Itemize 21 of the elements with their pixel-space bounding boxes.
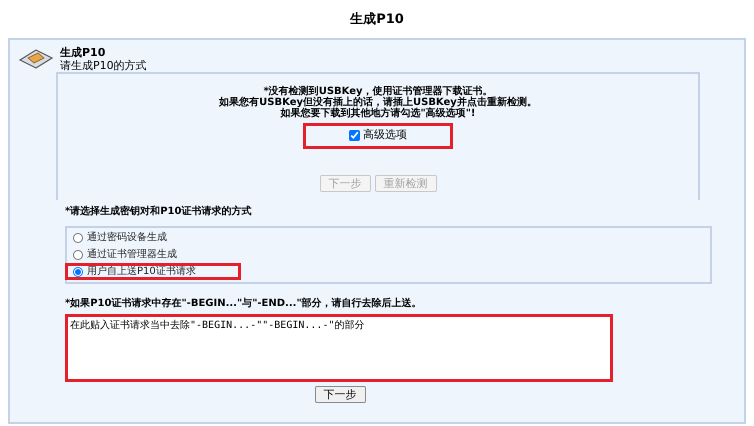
- radio-option[interactable]: 通过证书管理器生成: [73, 246, 249, 263]
- radio-button[interactable]: [73, 232, 83, 242]
- request-input[interactable]: 在此贴入证书请求当中去除"-BEGIN...-""-BEGIN...-"的部分: [68, 316, 610, 378]
- option-label: 通过证书管理器生成: [87, 248, 177, 262]
- highlight-frame[interactable]: 用户自上送P10证书请求: [65, 263, 241, 280]
- notice-text: *没有检测到USBKey，使用证书管理器下载证书。: [263, 86, 493, 96]
- panel-subtitle: 请生成P10的方式: [60, 58, 147, 72]
- notice-text: 如果您有USBKey但没有插上的话，请插上USBKey并点击重新检测。: [219, 96, 537, 108]
- panel-title: 生成P10: [60, 46, 106, 58]
- radio-button[interactable]: [73, 250, 83, 260]
- notice-text: 如果您要下载到其他地方请勾选"高级选项"!: [280, 108, 476, 118]
- radio-button[interactable]: [73, 266, 83, 276]
- option-label: 通过密码设备生成: [87, 230, 167, 245]
- method-label: *请选择生成密钥对和P10证书请求的方式: [65, 204, 252, 218]
- advanced-checkbox[interactable]: [349, 130, 360, 141]
- request-label: *如果P10证书请求中存在"-BEGIN..."与"-END..."部分，请自行去除后上送。: [65, 296, 423, 310]
- option-label: 用户自上送P10证书请求: [87, 264, 196, 279]
- page-title: 生成P10: [350, 11, 404, 29]
- step-button[interactable]: 下一步: [314, 386, 366, 402]
- radio-option[interactable]: 通过密码设备生成: [73, 229, 249, 246]
- checkbox-label: 高级选项: [363, 127, 407, 144]
